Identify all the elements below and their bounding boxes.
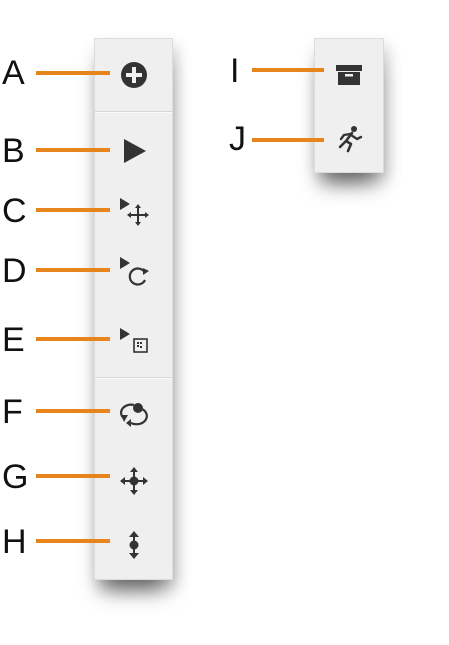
callout-line-e: [36, 337, 110, 341]
toolbar-divider: [95, 111, 172, 113]
dolly-tool-button[interactable]: [95, 527, 172, 563]
callout-label-d: D: [2, 252, 27, 290]
main-toolbar: [94, 38, 173, 580]
select-rotate-icon: [119, 257, 149, 286]
callout-line-f: [36, 409, 110, 413]
callout-line-g: [36, 474, 110, 478]
callout-label-j: J: [229, 120, 246, 158]
callout-line-a: [36, 71, 110, 75]
archive-box-icon: [336, 65, 362, 85]
animation-button[interactable]: [315, 121, 383, 157]
select-move-icon: [119, 198, 149, 226]
callout-label-e: E: [2, 321, 25, 359]
archive-button[interactable]: [315, 57, 383, 93]
callout-label-i: I: [230, 52, 240, 90]
orbit-icon: [119, 403, 148, 427]
add-button[interactable]: [95, 57, 172, 93]
pan-move-icon: [119, 467, 148, 495]
callout-line-b: [36, 148, 110, 152]
select-scale-icon: [119, 328, 148, 353]
callout-label-f: F: [2, 393, 23, 431]
callout-label-b: B: [2, 132, 25, 170]
pan-tool-button[interactable]: [95, 463, 172, 499]
callout-line-d: [36, 268, 110, 272]
callout-line-i: [252, 68, 324, 72]
toolbar-divider: [95, 377, 172, 379]
select-arrow-icon: [123, 139, 146, 163]
callout-line-j: [252, 138, 324, 142]
callout-label-g: G: [2, 458, 29, 496]
dolly-vertical-icon: [128, 531, 139, 559]
callout-line-c: [36, 208, 110, 212]
orbit-tool-button[interactable]: [95, 395, 172, 431]
callout-label-a: A: [2, 54, 25, 92]
running-figure-icon: [338, 126, 363, 153]
add-circle-icon: [120, 62, 147, 88]
secondary-toolbar: [314, 38, 384, 173]
callout-label-h: H: [2, 523, 27, 561]
select-scale-tool-button[interactable]: [95, 323, 172, 359]
callout-line-h: [36, 539, 110, 543]
callout-label-c: C: [2, 192, 27, 230]
